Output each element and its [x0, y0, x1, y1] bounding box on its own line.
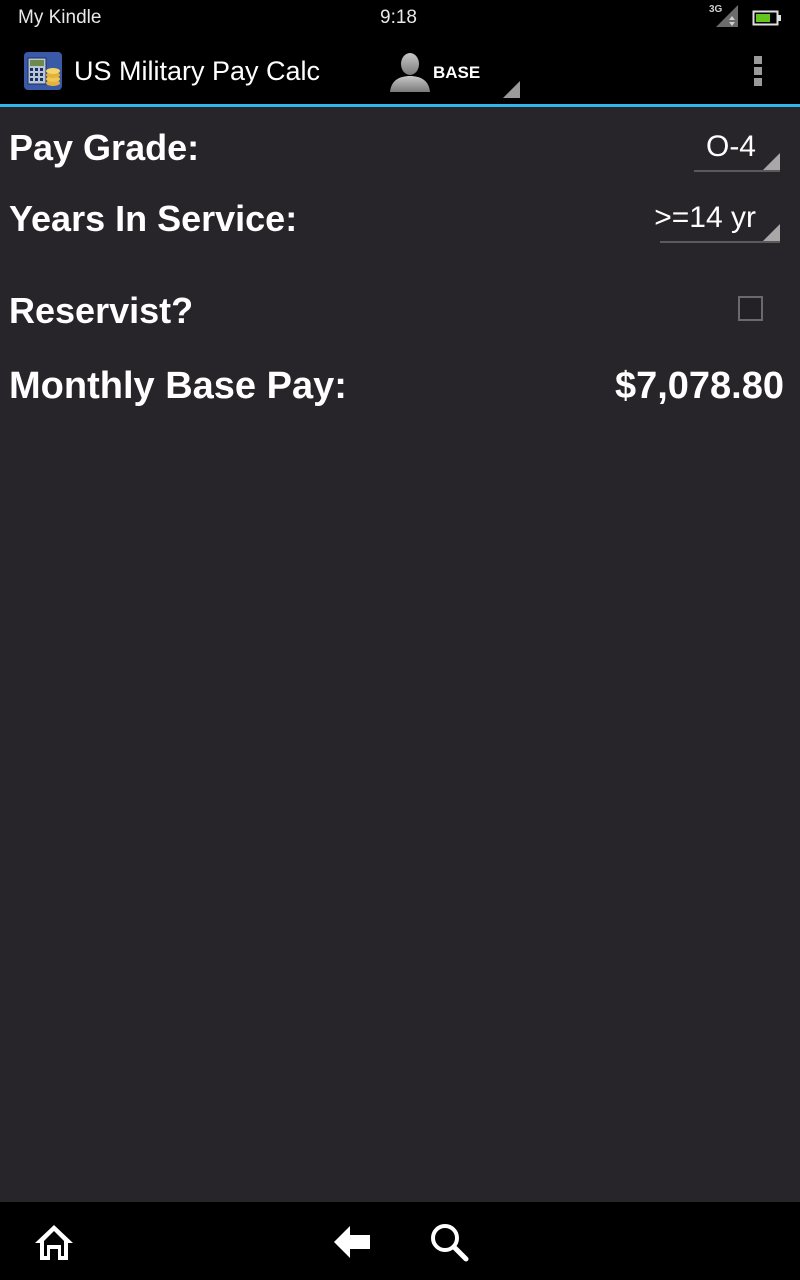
monthly-base-pay-label: Monthly Base Pay: [9, 365, 347, 407]
device-label: My Kindle [18, 7, 102, 28]
reservist-checkbox[interactable] [738, 296, 763, 321]
years-in-service-label: Years In Service: [9, 198, 298, 239]
reservist-label: Reservist? [9, 290, 194, 331]
bottom-nav-bar [0, 1202, 800, 1280]
app-icon[interactable] [24, 52, 62, 90]
person-icon [390, 53, 430, 92]
mode-spinner[interactable]: BASE [384, 46, 520, 98]
spinner-corner-icon [763, 153, 780, 170]
back-icon[interactable] [330, 1220, 374, 1264]
search-icon[interactable] [427, 1220, 471, 1264]
pay-grade-label: Pay Grade: [9, 127, 200, 168]
monthly-base-pay-value: $7,078.80 [614, 365, 784, 407]
network-label: 3G [709, 4, 723, 15]
years-in-service-value: >=14 yr [654, 201, 756, 234]
pay-grade-spinner[interactable]: O-4 [694, 128, 780, 172]
status-bar: My Kindle 9:18 3G [0, 0, 800, 36]
action-bar: US Military Pay Calc BASE [0, 36, 800, 104]
battery-icon [752, 10, 781, 26]
spinner-corner-icon [763, 224, 780, 241]
signal-icon: 3G [709, 4, 738, 27]
clock: 9:18 [380, 7, 417, 28]
overflow-menu-icon[interactable] [744, 54, 772, 88]
home-icon[interactable] [32, 1220, 76, 1264]
years-in-service-spinner[interactable]: >=14 yr [654, 199, 780, 243]
app-title: US Military Pay Calc [74, 56, 321, 86]
action-bar-divider [0, 104, 800, 107]
mode-label: BASE [433, 63, 481, 82]
spinner-corner-icon [503, 81, 520, 98]
pay-grade-value: O-4 [705, 130, 756, 163]
